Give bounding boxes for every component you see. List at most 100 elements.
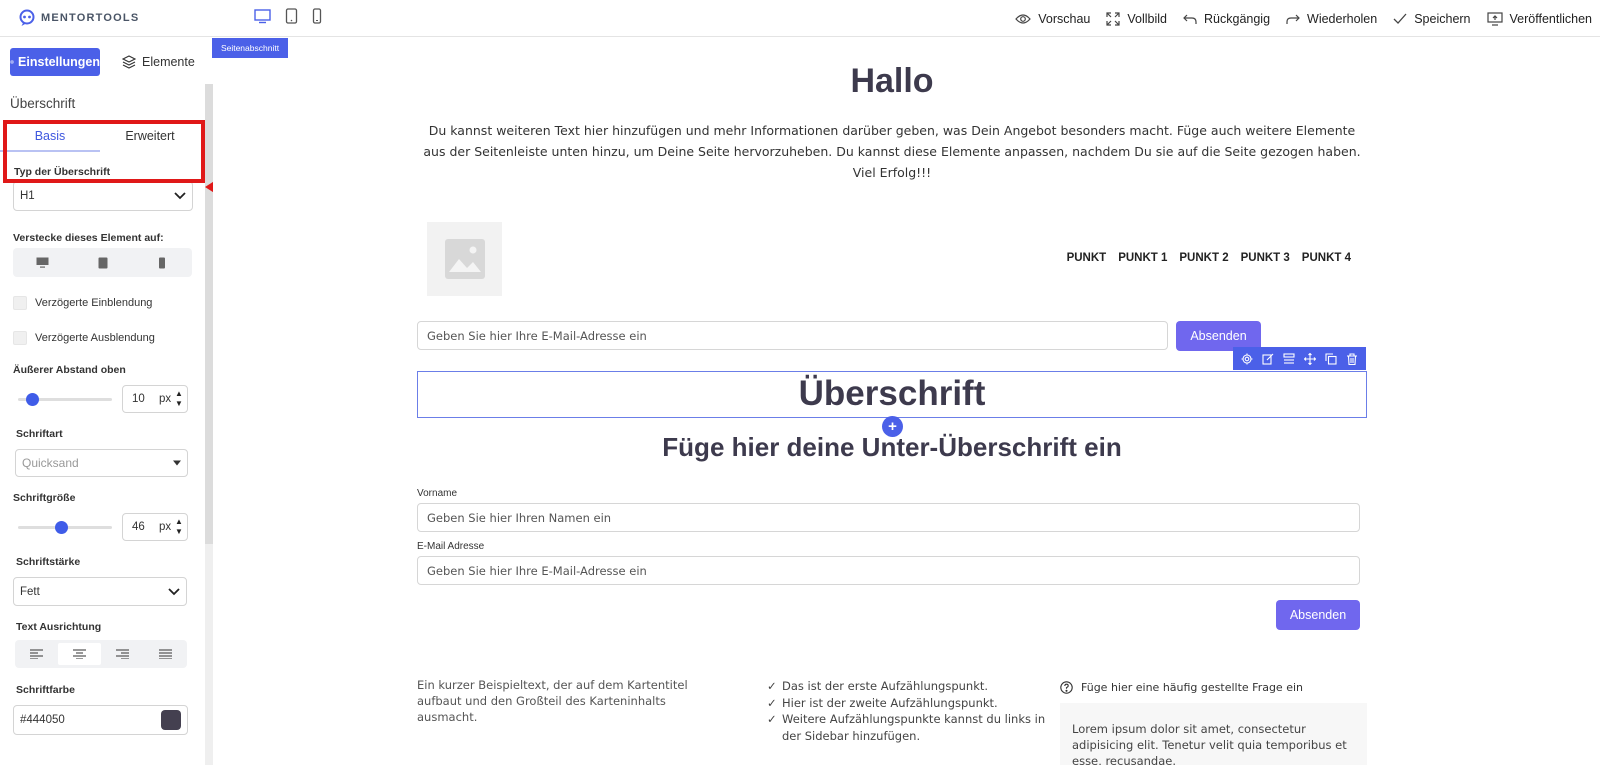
hide-on-devices: [13, 248, 192, 277]
list-item[interactable]: Das ist der erste Aufzählungspunkt.: [767, 678, 1052, 695]
font-weight-select[interactable]: Fett: [13, 577, 187, 606]
hide-desktop-toggle[interactable]: [13, 248, 73, 277]
form-submit-button[interactable]: Absenden: [1276, 600, 1360, 630]
delayed-show-checkbox[interactable]: [13, 296, 27, 310]
nav-item[interactable]: PUNKT 2: [1179, 252, 1228, 264]
align-left-button[interactable]: [15, 640, 58, 668]
font-placeholder: Quicksand: [22, 456, 79, 470]
nav-item[interactable]: PUNKT 3: [1241, 252, 1290, 264]
trash-icon[interactable]: [1346, 352, 1358, 365]
font-color-swatch[interactable]: [161, 710, 181, 730]
fullscreen-icon: [1106, 11, 1120, 26]
image-placeholder[interactable]: [427, 222, 502, 296]
edit-icon[interactable]: [1262, 353, 1274, 365]
faq-question[interactable]: Füge hier eine häufig gestellte Frage ei…: [1060, 681, 1303, 694]
text-align-group: [15, 640, 187, 668]
delayed-hide-label: Verzögerte Ausblendung: [35, 332, 155, 344]
save-label: Speichern: [1414, 11, 1471, 26]
faq-answer-text[interactable]: Lorem ipsum dolor sit amet, consectetur …: [1072, 721, 1362, 765]
nav-item[interactable]: PUNKT 1: [1118, 252, 1167, 264]
hide-mobile-toggle[interactable]: [132, 248, 192, 277]
publish-icon: [1486, 11, 1503, 26]
margin-top-label: Äußerer Abstand oben: [13, 364, 126, 376]
name-input[interactable]: Geben Sie hier Ihren Namen ein: [417, 503, 1360, 532]
publish-button[interactable]: Veröffentlichen: [1486, 11, 1592, 26]
preview-button[interactable]: Vorschau: [1015, 12, 1090, 26]
logo-text: MENTORTOOLS: [41, 12, 140, 24]
list-item[interactable]: Hier ist der zweite Aufzählungspunkt.: [767, 695, 1052, 712]
font-size-slider-knob[interactable]: [55, 521, 69, 534]
align-left-icon: [30, 649, 43, 659]
font-label: Schriftart: [16, 428, 63, 440]
copy-icon[interactable]: [1325, 352, 1337, 365]
font-size-unit: px: [159, 521, 172, 533]
font-color-input[interactable]: #444050: [13, 705, 188, 735]
margin-top-control: 10 px ▲ ▼: [13, 385, 188, 413]
margin-top-input[interactable]: 10 px ▲ ▼: [122, 385, 188, 413]
tab-elements[interactable]: Elemente: [122, 55, 195, 69]
desktop-icon[interactable]: [254, 8, 271, 24]
font-size-stepper[interactable]: ▲ ▼: [175, 517, 183, 537]
section-tag[interactable]: Seitenabschnitt: [212, 38, 288, 58]
rows-icon[interactable]: [1283, 352, 1295, 365]
align-center-icon: [73, 649, 86, 659]
fullscreen-label: Vollbild: [1127, 11, 1168, 26]
align-justify-button[interactable]: [144, 640, 187, 668]
font-size-input[interactable]: 46 px ▲ ▼: [122, 513, 188, 541]
faq-answer-box: Lorem ipsum dolor sit amet, consectetur …: [1060, 703, 1367, 765]
gear-icon: [10, 60, 14, 64]
margin-top-slider-knob[interactable]: [26, 393, 40, 406]
delayed-show-option[interactable]: Verzögerte Einblendung: [13, 296, 152, 310]
delayed-hide-option[interactable]: Verzögerte Ausblendung: [13, 331, 155, 345]
hide-tablet-toggle[interactable]: [73, 248, 133, 277]
intro-text[interactable]: Du kannst weiteren Text hier hinzufügen …: [417, 120, 1367, 183]
card-text[interactable]: Ein kurzer Beispieltext, der auf dem Kar…: [417, 677, 717, 725]
align-right-button[interactable]: [101, 640, 144, 668]
tab-settings[interactable]: Einstellungen: [10, 48, 100, 76]
align-center-button[interactable]: [58, 643, 101, 665]
font-color-value: #444050: [20, 714, 65, 726]
list-item[interactable]: Weitere Aufzählungspunkte kannst du link…: [767, 711, 1052, 744]
heading-type-value: H1: [20, 190, 35, 202]
font-color-label: Schriftfarbe: [16, 684, 75, 696]
email-input[interactable]: Geben Sie hier Ihre E-Mail-Adresse ein: [417, 556, 1360, 585]
optin-email-input[interactable]: Geben Sie hier Ihre E-Mail-Adresse ein: [417, 321, 1168, 350]
tab-elements-label: Elemente: [142, 55, 195, 69]
desktop-icon: [36, 257, 49, 268]
nav-item[interactable]: PUNKT: [1067, 252, 1107, 264]
redo-label: Wiederholen: [1307, 11, 1378, 26]
checklist: Das ist der erste Aufzählungspunkt. Hier…: [767, 678, 1052, 744]
image-icon: [444, 239, 485, 279]
page-title[interactable]: Hallo: [417, 62, 1367, 101]
faq-question-text: Füge hier eine häufig gestellte Frage ei…: [1081, 681, 1303, 694]
redo-icon: [1286, 14, 1300, 24]
mobile-icon[interactable]: [312, 8, 322, 24]
font-size-value: 46: [132, 521, 145, 533]
undo-button[interactable]: Rückgängig: [1183, 12, 1270, 26]
move-icon[interactable]: [1303, 352, 1316, 365]
annotation-highlight-box: [3, 120, 205, 183]
name-label: Vorname: [417, 488, 458, 499]
hide-on-label: Verstecke dieses Element auf:: [13, 232, 164, 244]
delayed-hide-checkbox[interactable]: [13, 331, 27, 345]
nav-item[interactable]: PUNKT 4: [1302, 252, 1351, 264]
publish-label: Veröffentlichen: [1509, 11, 1592, 26]
margin-top-value: 10: [132, 393, 145, 405]
save-button[interactable]: Speichern: [1393, 11, 1471, 26]
mobile-icon: [159, 257, 166, 268]
align-right-icon: [116, 649, 129, 659]
tablet-icon[interactable]: [285, 8, 298, 24]
font-weight-value: Fett: [20, 585, 40, 598]
tablet-icon: [98, 257, 107, 268]
margin-top-stepper[interactable]: ▲ ▼: [175, 389, 183, 409]
font-select[interactable]: Quicksand: [15, 449, 188, 477]
font-size-label: Schriftgröße: [13, 492, 76, 504]
subheading[interactable]: Füge hier deine Unter-Überschrift ein: [417, 432, 1367, 463]
heading-element[interactable]: Überschrift: [417, 372, 1367, 416]
heading-type-select[interactable]: H1: [13, 181, 193, 211]
gear-icon[interactable]: [1241, 353, 1253, 365]
fullscreen-button[interactable]: Vollbild: [1106, 12, 1167, 26]
element-title: Überschrift: [10, 96, 76, 111]
sidebar-scrollbar-thumb[interactable]: [205, 84, 213, 544]
redo-button[interactable]: Wiederholen: [1286, 12, 1377, 26]
